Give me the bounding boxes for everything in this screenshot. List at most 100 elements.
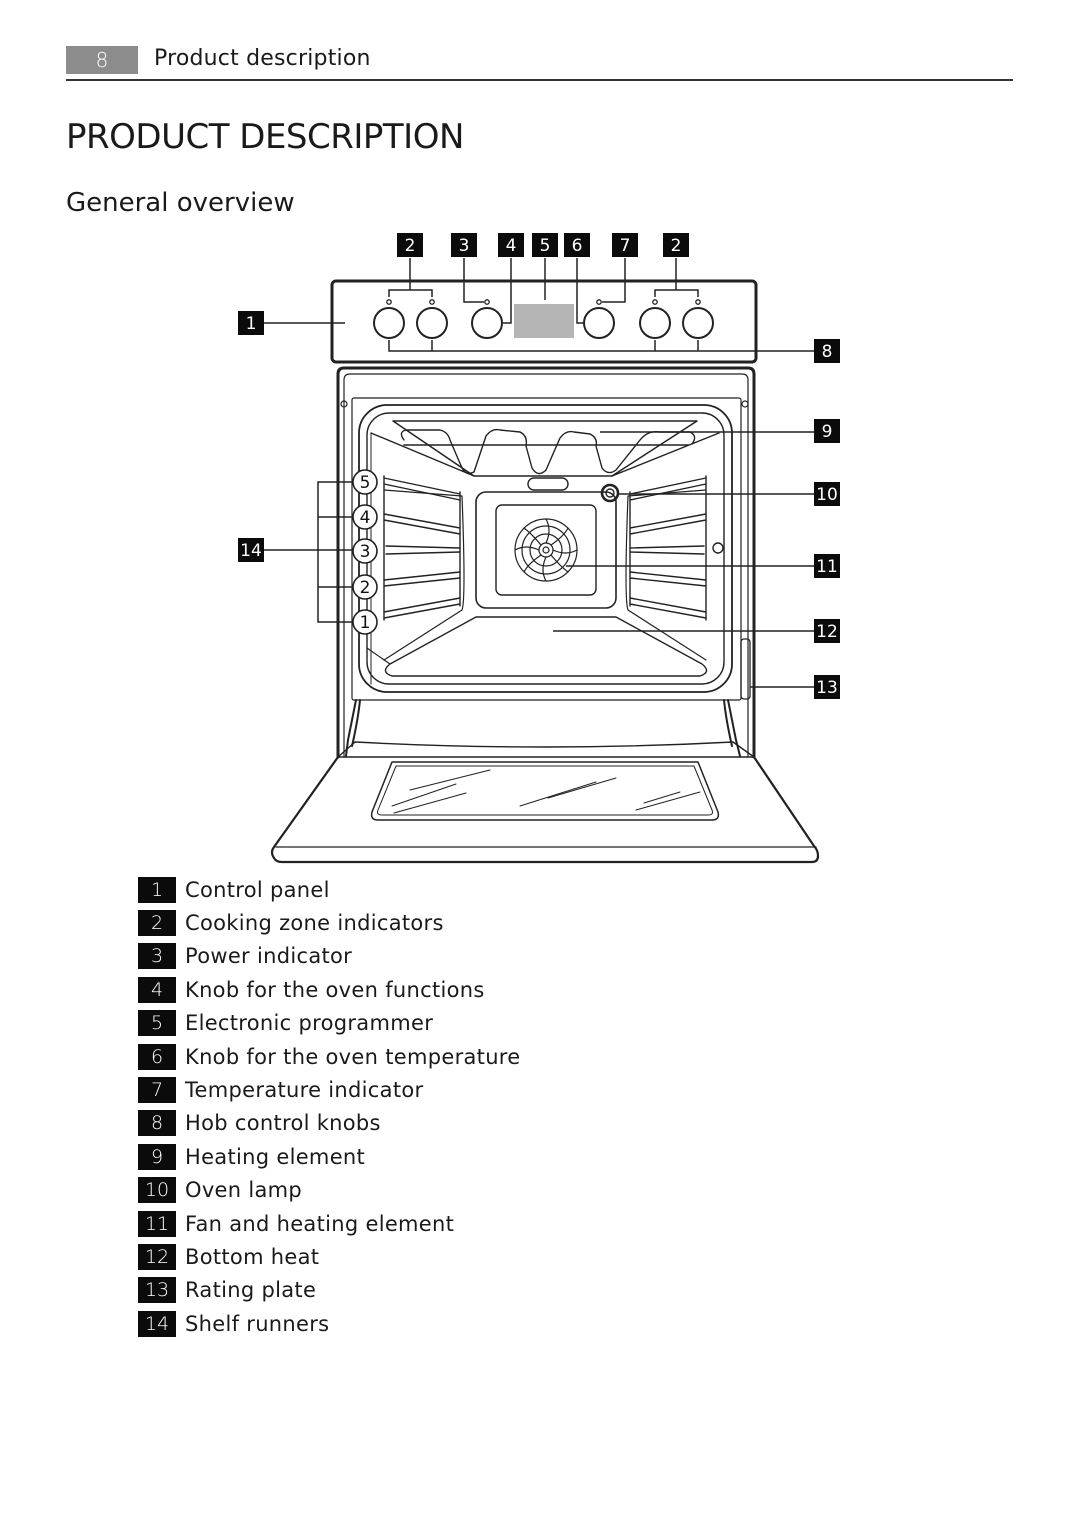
screw — [741, 400, 749, 408]
legend-item: 10 Oven lamp — [138, 1174, 521, 1207]
oven-diagram: 5 4 3 2 1 2 3 4 5 6 7 2 1 14 8 9 10 11 12 13 — [238, 233, 840, 864]
left-shelf-runners — [383, 475, 461, 621]
glass-reflection-lines — [391, 769, 701, 814]
legend-number-badge: 4 — [138, 976, 176, 1003]
callout-number: 11 — [816, 557, 838, 577]
legend-number-badge: 12 — [138, 1243, 176, 1270]
callout-badge: 2 — [397, 233, 423, 257]
callout-number: 4 — [506, 236, 517, 256]
rating-plate — [740, 638, 751, 700]
callout-badge: 13 — [814, 675, 840, 699]
legend-item: 7 Temperature indicator — [138, 1073, 521, 1106]
hob-knob — [639, 307, 671, 339]
legend-label: Cooking zone indicators — [185, 911, 444, 936]
callout-badge: 4 — [498, 233, 524, 257]
legend-number-badge: 5 — [138, 1010, 176, 1037]
right-shelf-runners — [629, 475, 707, 621]
shelf-level-number: 4 — [360, 508, 371, 528]
legend-number-badge: 11 — [138, 1210, 176, 1237]
callout-number: 5 — [540, 236, 551, 256]
callout-badge: 9 — [814, 419, 840, 443]
door-window — [370, 761, 720, 821]
cooking-zone-indicator — [386, 299, 392, 305]
shelf-level-number: 2 — [360, 578, 371, 598]
callout-badge: 12 — [814, 619, 840, 643]
legend-label: Shelf runners — [185, 1311, 330, 1336]
callout-badge: 14 — [238, 538, 264, 562]
legend-number-badge: 1 — [138, 876, 176, 903]
callout-number: 2 — [671, 236, 682, 256]
legend-number-badge: 10 — [138, 1177, 176, 1204]
legend-item: 13 Rating plate — [138, 1274, 521, 1307]
fan-icon — [514, 518, 578, 582]
legend-item: 1 Control panel — [138, 873, 521, 906]
power-indicator — [484, 299, 490, 305]
legend-label: Electronic programmer — [185, 1011, 434, 1036]
legend-label: Bottom heat — [185, 1244, 320, 1269]
callout-number: 9 — [822, 422, 833, 442]
legend-item: 12 Bottom heat — [138, 1240, 521, 1273]
shelf-level-marker: 5 — [352, 469, 378, 495]
shelf-level-marker: 2 — [352, 574, 378, 600]
rear-wall-panel — [475, 491, 617, 609]
legend-number-badge: 14 — [138, 1310, 176, 1337]
callout-number: 1 — [246, 314, 257, 334]
legend-label: Oven lamp — [185, 1178, 303, 1203]
legend-item: 4 Knob for the oven functions — [138, 973, 521, 1006]
legend-number-badge: 3 — [138, 943, 176, 970]
shelf-level-marker: 3 — [352, 538, 378, 564]
legend-label: Fan and heating element — [185, 1211, 455, 1236]
callout-badge: 10 — [814, 482, 840, 506]
legend-number-badge: 8 — [138, 1110, 176, 1137]
legend-label: Heating element — [185, 1144, 366, 1169]
legend-number-badge: 9 — [138, 1143, 176, 1170]
legend-label: Hob control knobs — [185, 1111, 381, 1136]
legend-label: Knob for the oven temperature — [185, 1044, 521, 1069]
legend-item: 11 Fan and heating element — [138, 1207, 521, 1240]
callout-number: 2 — [405, 236, 416, 256]
legend-label: Power indicator — [185, 944, 353, 969]
shelf-level-marker: 4 — [352, 504, 378, 530]
legend-number-badge: 13 — [138, 1277, 176, 1304]
legend-item: 2 Cooking zone indicators — [138, 906, 521, 939]
legend-number-badge: 2 — [138, 910, 176, 937]
oven-door — [270, 755, 820, 864]
hob-knob — [373, 307, 405, 339]
legend-item: 6 Knob for the oven temperature — [138, 1040, 521, 1073]
callout-badge: 6 — [564, 233, 590, 257]
oven-function-knob — [471, 307, 503, 339]
legend-label: Rating plate — [185, 1278, 317, 1303]
callout-badge: 5 — [532, 233, 558, 257]
oven-cavity-outer — [358, 404, 733, 693]
hob-knob — [682, 307, 714, 339]
legend-item: 8 Hob control knobs — [138, 1107, 521, 1140]
callout-badge: 8 — [814, 339, 840, 363]
callout-number: 3 — [459, 236, 470, 256]
legend-label: Control panel — [185, 877, 330, 902]
legend-label: Temperature indicator — [185, 1078, 424, 1103]
shelf-level-number: 3 — [360, 542, 371, 562]
cooking-zone-indicator — [429, 299, 435, 305]
shelf-level-number: 5 — [360, 473, 371, 493]
cooking-zone-indicator — [695, 299, 701, 305]
callout-badge: 3 — [451, 233, 477, 257]
callout-badge: 1 — [238, 311, 264, 335]
legend-item: 14 Shelf runners — [138, 1307, 521, 1340]
oven-temperature-knob — [583, 307, 615, 339]
temperature-indicator — [596, 299, 602, 305]
legend-list: 1 Control panel 2 Cooking zone indicators 3 P… — [138, 873, 521, 1340]
legend-item: 5 Electronic programmer — [138, 1007, 521, 1040]
callout-badge: 2 — [663, 233, 689, 257]
legend-label: Knob for the oven functions — [185, 977, 485, 1002]
shelf-level-number: 1 — [360, 613, 371, 633]
callout-badge: 11 — [814, 554, 840, 578]
callout-number: 14 — [240, 541, 262, 561]
shelf-level-marker: 1 — [352, 609, 378, 635]
legend-item: 9 Heating element — [138, 1140, 521, 1173]
legend-number-badge: 7 — [138, 1077, 176, 1104]
callout-number: 7 — [620, 236, 631, 256]
callout-number: 13 — [816, 678, 838, 698]
cooking-zone-indicator — [652, 299, 658, 305]
callout-number: 10 — [816, 485, 838, 505]
electronic-programmer-display — [514, 304, 574, 338]
